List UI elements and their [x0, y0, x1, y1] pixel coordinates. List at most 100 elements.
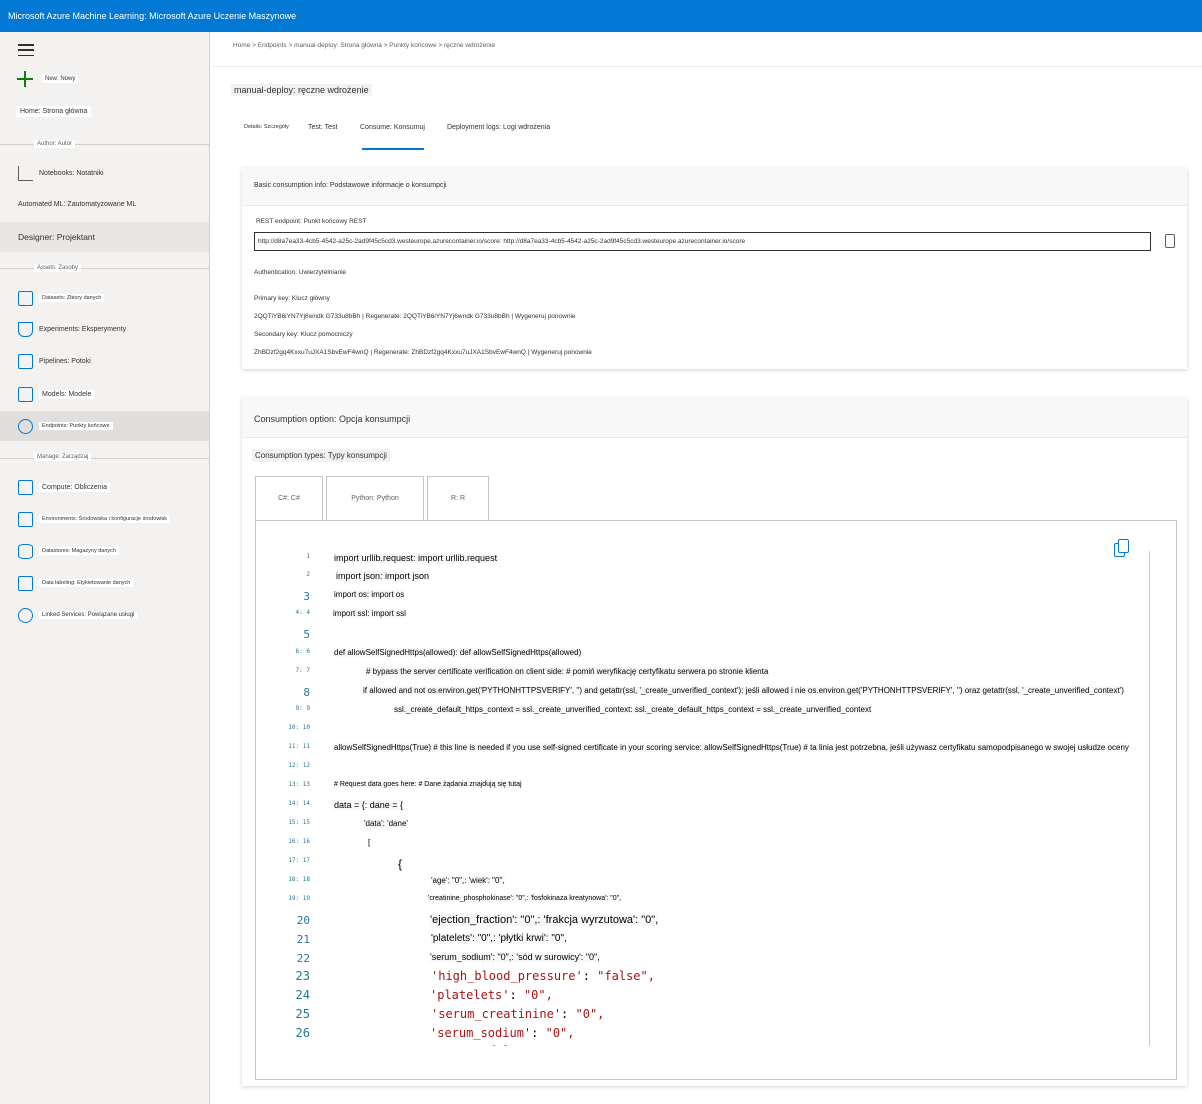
line-number: 25 — [295, 1007, 310, 1021]
sidebar-item-label: Experiments: Eksperymenty — [39, 325, 127, 333]
tab-csharp[interactable]: C#: C# — [255, 476, 323, 520]
top-bar: Microsoft Azure Machine Learning: Micros… — [0, 0, 1202, 32]
active-tab-indicator — [362, 148, 424, 150]
sidebar-item-linked-services[interactable]: Linked Services: Powiązane usługi — [0, 600, 209, 630]
code-line: 'sex': "false", — [431, 1044, 539, 1046]
datasets-icon — [18, 290, 33, 306]
sidebar-item-endpoints[interactable]: Endpoints: Punkty końcowe — [0, 411, 209, 441]
rest-endpoint-label: REST endpoint: Punkt końcowy REST — [256, 218, 367, 225]
line-number: 16: 16 — [288, 838, 310, 845]
code-line: import json: import json — [336, 571, 430, 581]
primary-key-label: Primary key: Klucz główny — [254, 295, 330, 302]
code-colon: : — [509, 988, 524, 1002]
sidebar-item-datasets[interactable]: Datasets: Zbiory danych — [0, 283, 209, 313]
tab-consume[interactable]: Consume: Konsumuj — [360, 124, 425, 131]
code-key: 'platelets' — [430, 988, 510, 1002]
consumption-types-label: Consumption types: Typy konsumpcji — [252, 449, 390, 462]
code-line: 'serum_sodium': "0",: 'sód w surowicy': … — [430, 952, 600, 962]
line-number: 18: 18 — [288, 876, 310, 883]
section-manage-label: Manage: Zarządzaj — [34, 453, 92, 461]
sidebar-item-pipelines[interactable]: Pipelines: Potoki — [0, 346, 209, 376]
line-number: 23 — [295, 969, 310, 983]
basic-consumption-title: Basic consumption info: Podstawowe infor… — [254, 182, 447, 189]
copy-code-icon[interactable] — [1114, 539, 1129, 557]
sidebar-item-label: Automated ML: Zautomatyzowane ML — [18, 200, 137, 208]
sidebar-item-notebooks[interactable]: Notebooks: Notatniki — [0, 158, 209, 188]
sidebar-item-label: Datasets: Zbiory danych — [39, 294, 105, 302]
hamburger-menu-icon[interactable] — [18, 44, 34, 56]
line-number: 10: 10 — [288, 724, 310, 731]
sidebar-item-compute[interactable]: Compute: Obliczenia — [0, 472, 209, 502]
tab-python[interactable]: Python: Python — [326, 476, 424, 520]
basic-consumption-header: Basic consumption info: Podstawowe infor… — [242, 168, 1187, 206]
breadcrumb[interactable]: Home > Endpoints > manual-deploy: Strona… — [233, 42, 495, 49]
code-line: import urllib.request: import urllib.req… — [334, 553, 498, 563]
code-editor[interactable]: 1 import urllib.request: import urllib.re… — [255, 520, 1177, 1080]
line-number: 22 — [296, 952, 310, 965]
code-key: 'high_blood_pressure' — [431, 969, 583, 983]
tab-test[interactable]: Test: Test — [308, 124, 337, 131]
sidebar-item-label: Notebooks: Notatniki — [39, 169, 104, 177]
notebook-icon — [18, 165, 33, 181]
sidebar-item-label: Endpoints: Punkty końcowe — [39, 422, 113, 430]
rest-endpoint-field[interactable]: http://d8a7ea33-4cb5-4542-a25c-2ad9f45c5… — [254, 232, 1151, 251]
code-line: # bypass the server certificate verifica… — [366, 667, 769, 676]
code-line: # Request data goes here: # Dane żądania… — [334, 781, 522, 788]
section-author-label: Author: Autor — [34, 140, 76, 148]
line-number: 9: 9 — [295, 705, 310, 712]
tab-details[interactable]: Details: Szczegóły — [244, 124, 289, 130]
section-assets-label: Assets: Zasoby — [34, 264, 82, 272]
secondary-key-value[interactable]: ZhBDzf2gq4Kxxu7uJXA1SbvEwF4wnQ | Regener… — [254, 349, 592, 356]
code-colon: : — [467, 1044, 481, 1046]
primary-key-value[interactable]: 2QQTiYB6iYN7Yj6wndk G733u8bBh | Regenera… — [254, 313, 576, 320]
code-lines: 1 import urllib.request: import urllib.re… — [256, 521, 1176, 1046]
environments-icon — [18, 511, 33, 527]
sidebar: New: Nowy Home: Strona główna Author: Au… — [0, 32, 210, 1104]
consumption-option-title: Consumption option: Opcja konsumpcji — [254, 414, 411, 424]
code-value: "0", — [523, 988, 553, 1002]
sidebar-item-automl[interactable]: Automated ML: Zautomatyzowane ML — [0, 189, 209, 219]
sidebar-item-label: Environments: Środowiska i konfiguracje … — [39, 515, 171, 523]
endpoints-icon — [18, 418, 33, 434]
sidebar-item-label: Designer: Projektant — [18, 232, 96, 242]
sidebar-item-label: Datastores: Magazyny danych — [39, 547, 119, 555]
sidebar-item-designer[interactable]: Designer: Projektant — [0, 222, 209, 252]
code-line: 'platelets': "0", — [430, 988, 553, 1002]
sidebar-item-home[interactable]: Home: Strona główna — [16, 106, 92, 117]
consumption-option-header: Consumption option: Opcja konsumpcji — [242, 398, 1187, 438]
sidebar-divider — [0, 144, 209, 145]
page-title: manual-deploy: ręczne wdrożenie — [231, 84, 372, 96]
code-line: import ssl: import ssl — [333, 609, 406, 618]
line-number: 6: 6 — [295, 648, 310, 655]
code-scrollbar[interactable] — [1149, 551, 1150, 1046]
code-line: import os: import os — [334, 590, 405, 599]
copy-icon[interactable] — [1165, 234, 1175, 248]
line-number: 1 — [306, 553, 310, 560]
line-number: 17: 17 — [288, 857, 310, 864]
code-line: 'high_blood_pressure': "false", — [431, 969, 655, 983]
tab-deployment-logs[interactable]: Deployment logs: Logi wdrożenia — [447, 124, 550, 131]
code-line: { — [398, 857, 403, 871]
sidebar-item-environments[interactable]: Environments: Środowiska i konfiguracje … — [0, 504, 209, 534]
new-label: New: Nowy — [42, 75, 79, 83]
sidebar-item-label: Compute: Obliczenia — [39, 482, 110, 492]
new-button[interactable]: New: Nowy — [16, 68, 79, 90]
code-line: 'data': 'dane' — [364, 819, 408, 828]
code-line: [ — [368, 838, 371, 847]
code-key: 'serum_creatinine' — [431, 1007, 562, 1021]
datastores-icon — [18, 543, 33, 559]
sidebar-item-label: Models: Modele — [39, 389, 95, 399]
tab-r[interactable]: R: R — [427, 476, 489, 520]
sidebar-item-label: Data labeling: Etykietowanie danych — [39, 579, 134, 587]
sidebar-item-datastores[interactable]: Datastores: Magazyny danych — [0, 536, 209, 566]
sidebar-item-models[interactable]: Models: Modele — [0, 379, 209, 409]
code-value: "false", — [597, 969, 655, 983]
secondary-key-label: Secondary key: Klucz pomocniczy — [254, 331, 353, 338]
consumption-option-card: Consumption option: Opcja konsumpcji Con… — [242, 398, 1187, 1086]
line-number: 26 — [295, 1026, 310, 1040]
line-number: 5 — [303, 628, 310, 641]
linked-services-icon — [18, 607, 33, 623]
sidebar-item-experiments[interactable]: Experiments: Eksperymenty — [0, 314, 209, 344]
code-line: 'serum_sodium': "0", — [430, 1026, 575, 1040]
sidebar-item-data-labeling[interactable]: Data labeling: Etykietowanie danych — [0, 568, 209, 598]
